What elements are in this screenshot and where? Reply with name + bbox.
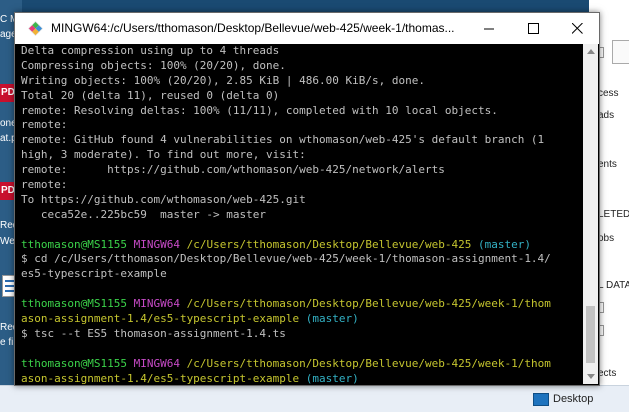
terminal-line: ceca52e..225bc59 master -> master — [21, 207, 267, 221]
explorer-scroll-button[interactable] — [612, 40, 629, 64]
prompt-user-host: tthomason@MS1155 — [21, 297, 127, 311]
terminal-line: To https://github.com/wthomason/web-425.… — [21, 192, 306, 206]
maximize-icon — [527, 23, 539, 34]
scroll-up-button[interactable] — [583, 44, 598, 59]
command-line: $ tsc --t ES5 thomason-assignment-1.4.ts — [21, 326, 286, 340]
close-icon — [571, 23, 583, 34]
prompt-path: /c/Users/tthomason/Desktop/Bellevue/web-… — [186, 356, 551, 370]
prompt-user-host: tthomason@MS1155 — [21, 237, 127, 251]
window-title: MINGW64:/c/Users/tthomason/Desktop/Belle… — [51, 21, 455, 35]
prompt-line: tthomason@MS1155 MINGW64 /c/Users/tthoma… — [21, 238, 583, 253]
prompt-env: MINGW64 — [133, 237, 180, 251]
maximize-button[interactable] — [511, 13, 555, 44]
scroll-thumb[interactable] — [586, 306, 595, 363]
terminal-line: remote: GitHub found 4 vulnerabilities o… — [21, 133, 545, 147]
terminal-line: Delta compression using up to 4 threads — [21, 44, 280, 57]
explorer-item-label[interactable]: L DATA — [598, 280, 629, 291]
prompt-branch: (master) — [305, 371, 359, 384]
prompt-line: ason-assignment-1.4/es5-typescript-examp… — [21, 372, 583, 384]
monitor-icon — [533, 392, 549, 406]
chevron-down-icon — [586, 374, 595, 379]
minimize-icon — [483, 28, 494, 30]
terminal-line: Writing objects: 100% (20/20), 2.85 KiB … — [21, 73, 425, 87]
prompt-path: ason-assignment-1.4/es5-typescript-examp… — [21, 371, 300, 384]
prompt-branch: (master) — [477, 237, 531, 251]
explorer-item-label[interactable]: cess — [598, 88, 619, 99]
explorer-item-label[interactable]: obs — [598, 233, 614, 244]
prompt-line: ason-assignment-1.4/es5-typescript-examp… — [21, 312, 583, 327]
minimize-button[interactable] — [467, 13, 511, 44]
close-button[interactable] — [555, 13, 599, 44]
desktop-location-label: Desktop — [553, 393, 594, 405]
terminal-line: Compressing objects: 100% (20/20), done. — [21, 58, 286, 72]
prompt-path: ason-assignment-1.4/es5-typescript-examp… — [21, 312, 300, 326]
prompt-env: MINGW64 — [133, 297, 180, 311]
mingw-terminal-window[interactable]: MINGW64:/c/Users/tthomason/Desktop/Belle… — [14, 12, 600, 386]
prompt-path: /c/Users/tthomason/Desktop/Bellevue/web-… — [186, 297, 551, 311]
terminal-output[interactable]: Delta compression using up to 4 threads … — [21, 44, 583, 384]
prompt-line: tthomason@MS1155 MINGW64 /c/Users/tthoma… — [21, 357, 583, 372]
terminal-line: remote: — [21, 178, 68, 192]
terminal-line: high, 3 moderate). To find out more, vis… — [21, 148, 306, 162]
explorer-item-label[interactable]: ents — [598, 159, 617, 170]
prompt-branch: (master) — [305, 312, 359, 326]
explorer-item-label[interactable]: ads — [598, 110, 614, 121]
prompt-user-host: tthomason@MS1155 — [21, 356, 127, 370]
terminal-line: remote: Resolving deltas: 100% (11/11), … — [21, 103, 498, 117]
explorer-item-label[interactable]: ects — [598, 368, 616, 379]
mingw-app-icon — [28, 21, 43, 36]
chevron-up-icon — [586, 49, 595, 54]
explorer-status-bar: Desktop — [0, 385, 629, 412]
terminal-line: Total 20 (delta 11), reused 0 (delta 0) — [21, 88, 280, 102]
terminal-scrollbar[interactable] — [583, 44, 598, 384]
prompt-path: /c/Users/tthomason/Desktop/Bellevue/web-… — [186, 237, 472, 251]
scroll-down-button[interactable] — [583, 369, 598, 384]
explorer-item-label[interactable]: LETED — [598, 209, 629, 220]
command-line: es5-typescript-example — [21, 267, 167, 281]
prompt-env: MINGW64 — [133, 356, 180, 370]
terminal-line: remote: — [21, 118, 68, 132]
terminal-line: remote: https://github.com/wthomason/web… — [21, 163, 445, 177]
prompt-line: tthomason@MS1155 MINGW64 /c/Users/tthoma… — [21, 297, 583, 312]
command-line: $ cd /c/Users/tthomason/Desktop/Bellevue… — [21, 252, 551, 266]
desktop-location-button[interactable]: Desktop — [533, 388, 593, 410]
window-titlebar[interactable]: MINGW64:/c/Users/tthomason/Desktop/Belle… — [15, 13, 599, 44]
